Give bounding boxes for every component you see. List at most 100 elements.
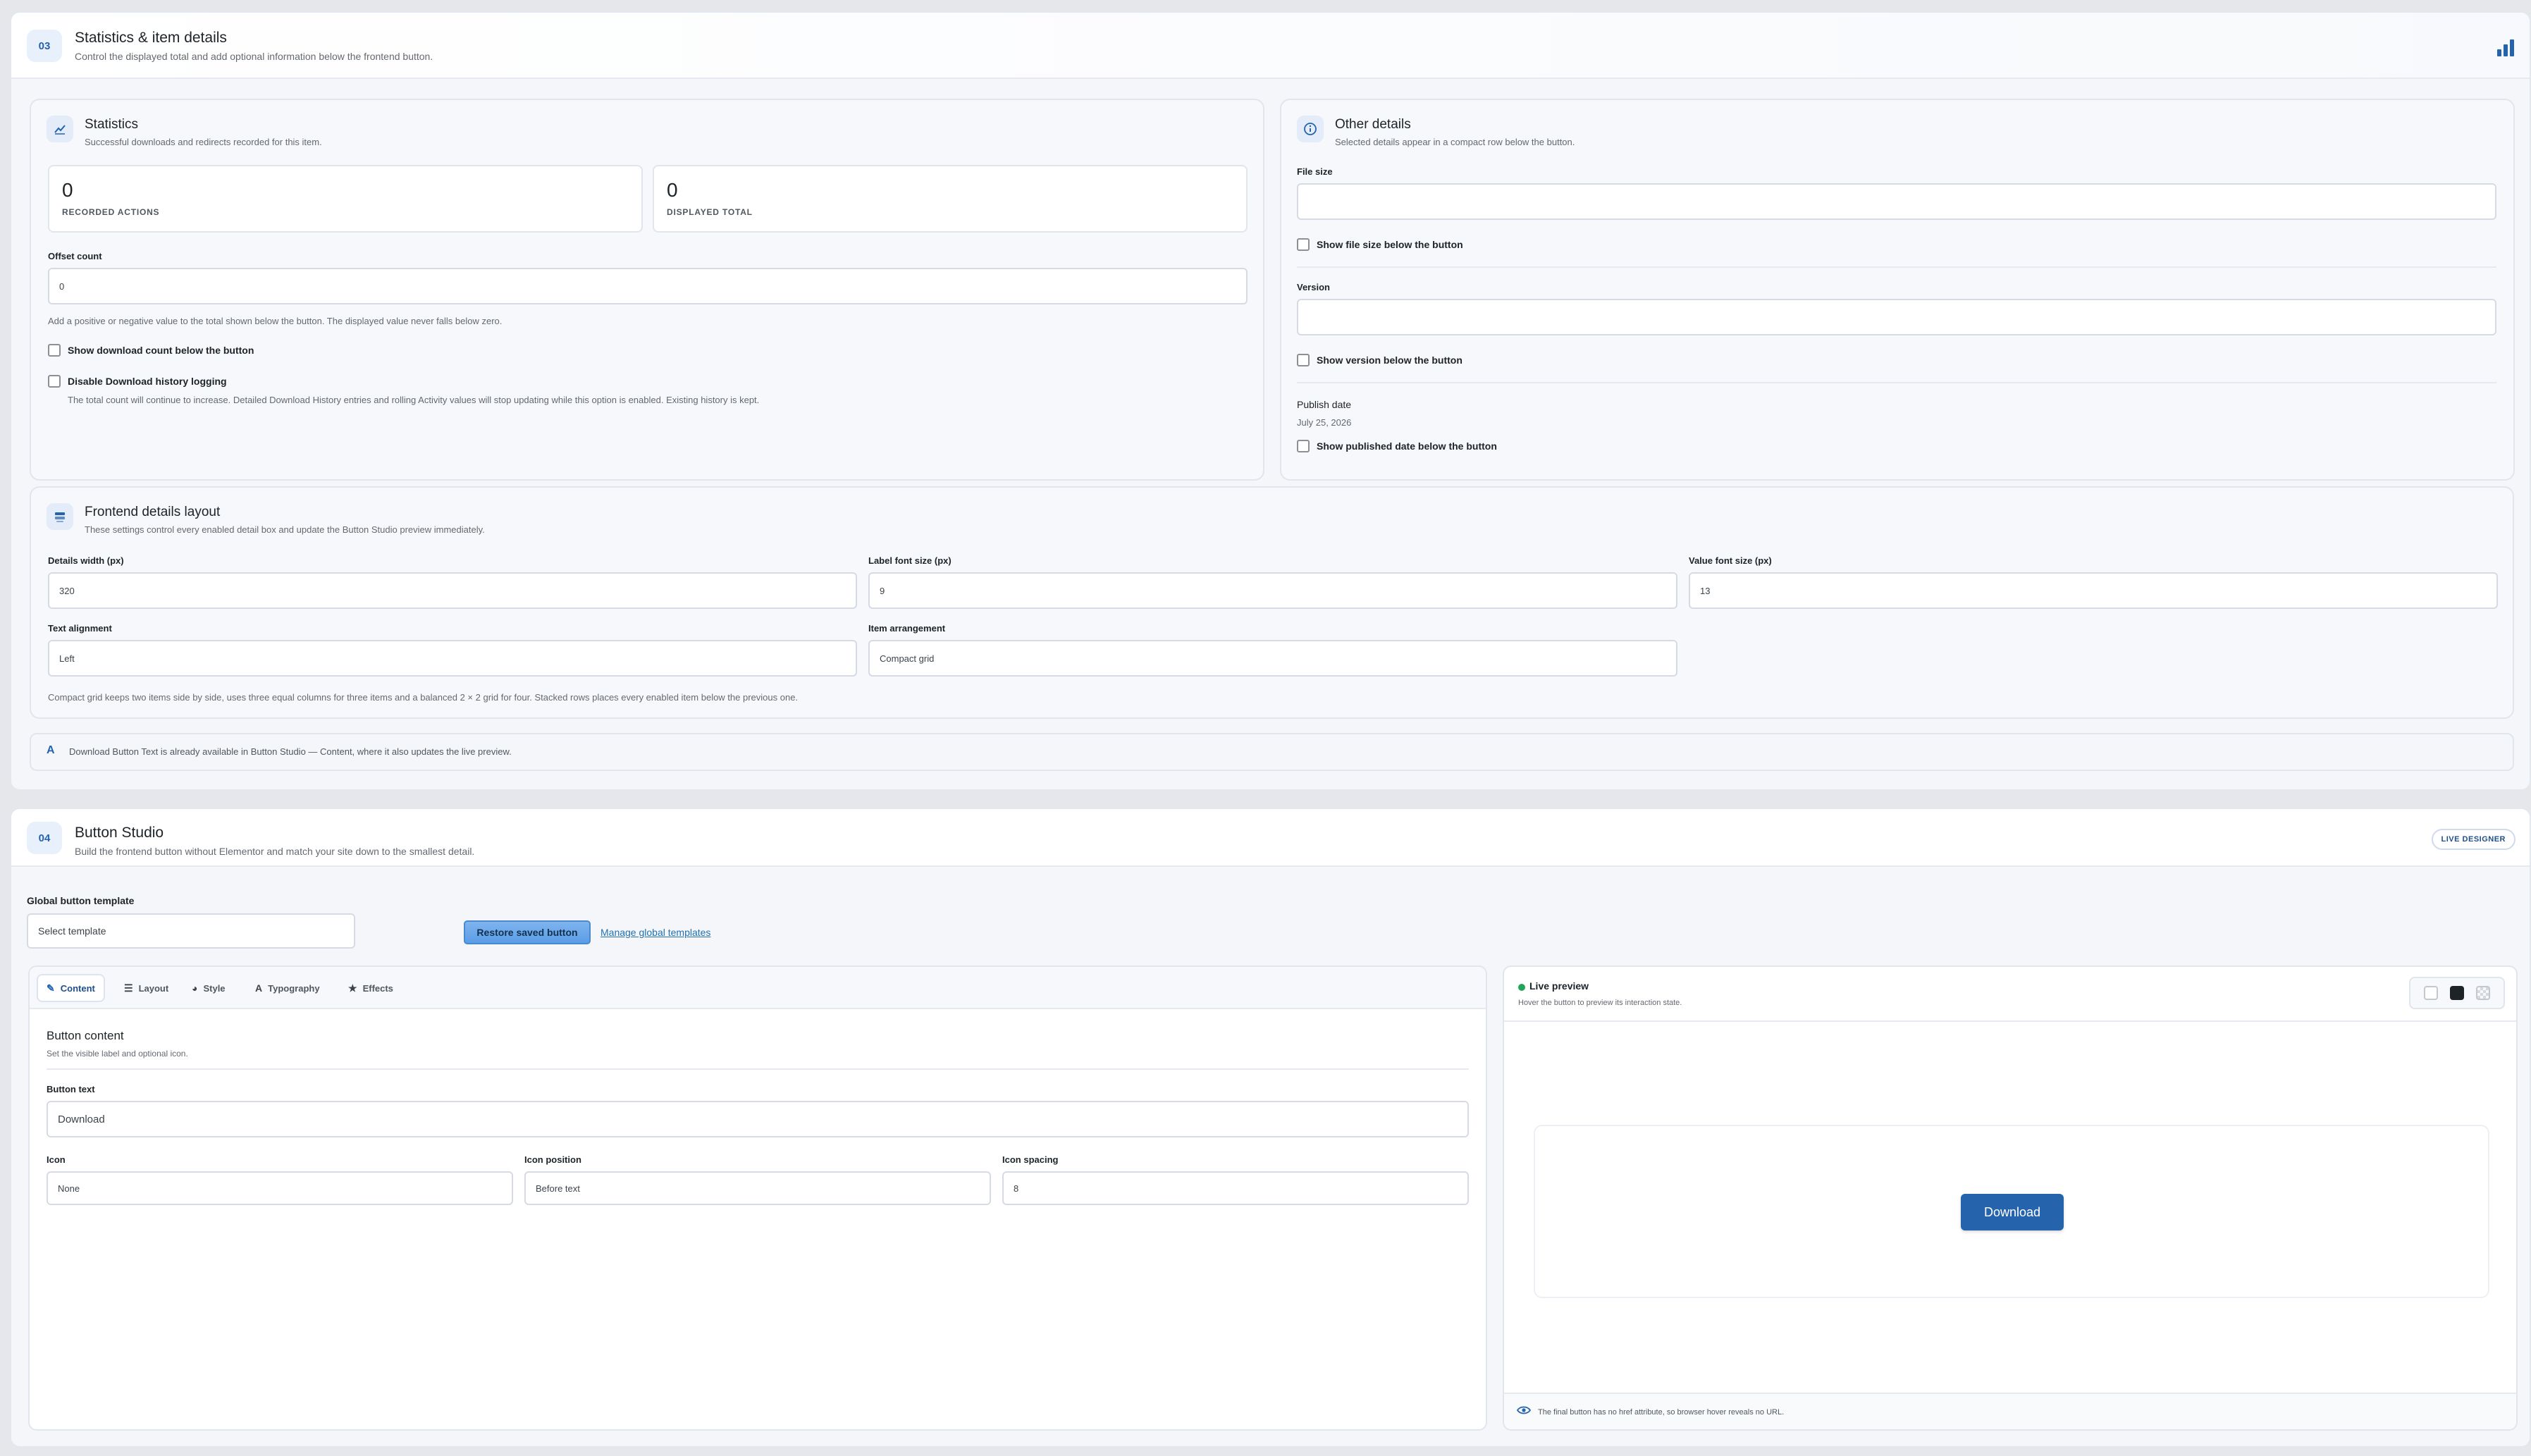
info-notice: A Download Button Text is already availa… — [30, 733, 2514, 771]
tab-label: Typography — [268, 982, 320, 994]
eye-icon — [1516, 1405, 1532, 1419]
recorded-actions-label: RECORDED ACTIONS — [62, 207, 160, 217]
icon-position-label: Icon position — [524, 1154, 581, 1165]
layout-help-text: Compact grid keeps two items side by sid… — [48, 692, 799, 703]
section-header: 04 Button Studio Build the frontend butt… — [11, 809, 2530, 867]
show-file-size-checkbox[interactable] — [1297, 238, 1310, 251]
details-width-input[interactable]: 320 — [48, 572, 857, 609]
button-text-input[interactable]: Download — [47, 1101, 1469, 1137]
live-preview-title: Live preview — [1529, 980, 1589, 992]
file-size-input[interactable] — [1297, 183, 2496, 220]
live-preview-panel: Live preview Hover the button to preview… — [1503, 965, 2518, 1431]
restore-saved-button[interactable]: Restore saved button — [464, 920, 591, 944]
publish-date-value: July 25, 2026 — [1297, 417, 1352, 428]
icon-spacing-input[interactable]: 8 — [1002, 1171, 1469, 1205]
studio-editor-panel: ✎ Content ☰ Layout ◕ Style A Typography … — [28, 965, 1487, 1431]
details-divider — [1297, 266, 2496, 268]
displayed-total-value: 0 — [667, 179, 678, 201]
live-designer-badge: LIVE DESIGNER — [2431, 829, 2515, 850]
live-preview-subtitle: Hover the button to preview its interact… — [1518, 999, 1682, 1007]
version-label: Version — [1297, 282, 1330, 292]
global-template-select[interactable]: Select template — [27, 913, 355, 949]
tab-layout[interactable]: ☰ Layout — [116, 974, 177, 1002]
statistics-subtitle: Successful downloads and redirects recor… — [85, 137, 322, 147]
section-number-badge: 04 — [27, 822, 62, 854]
offset-help-text: Add a positive or negative value to the … — [48, 316, 503, 326]
typography-icon: A — [255, 982, 263, 994]
tab-label: Layout — [138, 982, 169, 994]
text-alignment-label: Text alignment — [48, 623, 112, 634]
dark-background-swatch[interactable] — [2449, 986, 2464, 1000]
tab-typography[interactable]: A Typography — [247, 974, 328, 1002]
frontend-layout-card: Frontend details layout These settings c… — [30, 486, 2514, 719]
show-published-checkbox[interactable] — [1297, 440, 1310, 452]
button-content-title: Button content — [47, 1029, 124, 1042]
show-file-size-label: Show file size below the button — [1317, 239, 1463, 250]
icon-position-select[interactable]: Before text — [524, 1171, 991, 1205]
transparent-background-swatch[interactable] — [2476, 986, 2491, 1000]
layout-icon: ☰ — [124, 982, 133, 994]
statistics-section: 03 Statistics & item details Control the… — [10, 11, 2531, 791]
preview-stage: Download — [1534, 1125, 2489, 1298]
show-version-label: Show version below the button — [1317, 354, 1462, 366]
show-version-checkbox[interactable] — [1297, 354, 1310, 366]
value-font-size-input[interactable]: 13 — [1689, 572, 2498, 609]
layout-icon — [47, 503, 73, 530]
section-header: 03 Statistics & item details Control the… — [11, 13, 2530, 79]
item-arrangement-label: Item arrangement — [868, 623, 946, 634]
show-published-row: Show published date below the button — [1297, 440, 1497, 452]
show-published-label: Show published date below the button — [1317, 440, 1497, 452]
disable-history-label: Disable Download history logging — [68, 376, 227, 387]
notice-icon: A — [47, 744, 55, 756]
show-count-label: Show download count below the button — [68, 345, 254, 356]
version-input[interactable] — [1297, 299, 2496, 335]
trend-chart-icon — [47, 116, 73, 142]
section-subtitle: Control the displayed total and add opti… — [75, 51, 433, 62]
file-size-label: File size — [1297, 166, 1333, 177]
value-font-size-label: Value font size (px) — [1689, 555, 1772, 566]
icon-label: Icon — [47, 1154, 66, 1165]
recorded-actions-value: 0 — [62, 179, 73, 201]
light-background-swatch[interactable] — [2423, 986, 2438, 1000]
disable-history-checkbox[interactable] — [48, 375, 61, 388]
section-subtitle: Build the frontend button without Elemen… — [75, 846, 475, 857]
bar-chart-icon — [2497, 38, 2515, 56]
section-number-badge: 03 — [27, 30, 62, 62]
tab-label: Content — [60, 982, 95, 994]
disable-history-help: The total count will continue to increas… — [68, 395, 760, 405]
section-title: Statistics & item details — [75, 30, 227, 46]
icon-select[interactable]: None — [47, 1171, 513, 1205]
star-icon: ★ — [348, 982, 357, 994]
other-details-card: Other details Selected details appear in… — [1280, 99, 2515, 481]
preview-background-switcher — [2409, 977, 2505, 1009]
notice-text: Download Button Text is already availabl… — [69, 746, 512, 757]
publish-date-label: Publish date — [1297, 399, 1352, 410]
other-details-subtitle: Selected details appear in a compact row… — [1335, 137, 1575, 147]
show-count-row: Show download count below the button — [48, 344, 254, 357]
show-file-size-row: Show file size below the button — [1297, 238, 1463, 251]
label-font-size-label: Label font size (px) — [868, 555, 952, 566]
displayed-total-box: 0 DISPLAYED TOTAL — [653, 165, 1248, 233]
tab-content[interactable]: ✎ Content — [37, 974, 105, 1002]
label-font-size-input[interactable]: 9 — [868, 572, 1677, 609]
tab-style[interactable]: ◕ Style — [183, 974, 234, 1002]
item-arrangement-select[interactable]: Compact grid — [868, 640, 1677, 677]
button-text-label: Button text — [47, 1084, 95, 1094]
text-alignment-select[interactable]: Left — [48, 640, 857, 677]
show-version-row: Show version below the button — [1297, 354, 1462, 366]
manage-templates-link[interactable]: Manage global templates — [601, 927, 710, 938]
offset-count-input[interactable]: 0 — [48, 268, 1248, 304]
offset-count-label: Offset count — [48, 251, 102, 261]
preview-download-button[interactable]: Download — [1961, 1194, 2064, 1230]
button-studio-section: 04 Button Studio Build the frontend butt… — [10, 808, 2531, 1448]
show-count-checkbox[interactable] — [48, 344, 61, 357]
palette-icon: ◕ — [192, 982, 198, 994]
tab-effects[interactable]: ★ Effects — [340, 974, 402, 1002]
studio-tabs: ✎ Content ☰ Layout ◕ Style A Typography … — [30, 967, 1486, 1009]
section-title: Button Studio — [75, 825, 164, 841]
content-divider — [47, 1068, 1469, 1070]
tab-label: Style — [203, 982, 226, 994]
pencil-icon: ✎ — [47, 982, 55, 994]
preview-header: Live preview Hover the button to preview… — [1504, 967, 2516, 1022]
frontend-layout-title: Frontend details layout — [85, 505, 221, 519]
